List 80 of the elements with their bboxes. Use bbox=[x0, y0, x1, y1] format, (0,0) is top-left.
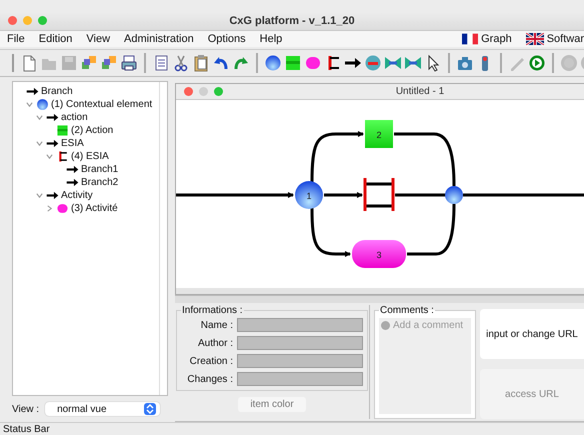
bowtie-icon[interactable] bbox=[404, 54, 422, 72]
context-node: 1 bbox=[295, 181, 323, 209]
arrow-icon bbox=[46, 111, 59, 124]
action-node: 2 bbox=[365, 120, 393, 148]
section-title: Informations : bbox=[181, 305, 244, 316]
language-button[interactable]: Softwar bbox=[526, 33, 584, 45]
expanded-chevron-icon[interactable] bbox=[35, 140, 44, 147]
tree-item[interactable]: Branch2 bbox=[81, 177, 118, 188]
arrow-connector bbox=[324, 192, 363, 198]
tree-item[interactable]: ESIA bbox=[61, 138, 84, 149]
squares-icon[interactable] bbox=[80, 54, 98, 72]
expanded-chevron-icon[interactable] bbox=[25, 101, 34, 108]
zoom-button[interactable] bbox=[38, 16, 47, 25]
ball-icon bbox=[36, 98, 49, 111]
tree-item[interactable]: (4) ESIA bbox=[71, 151, 109, 162]
arrow-icon bbox=[66, 163, 79, 176]
arrow-icon bbox=[66, 176, 79, 189]
zoom-button[interactable] bbox=[214, 87, 223, 96]
square-icon[interactable] bbox=[284, 54, 302, 72]
close-button[interactable] bbox=[184, 87, 193, 96]
item-color-button[interactable]: item color bbox=[238, 397, 306, 412]
document-title: Untitled - 1 bbox=[396, 86, 444, 97]
field-label: Creation : bbox=[188, 356, 233, 366]
camera-icon[interactable] bbox=[456, 54, 474, 72]
dropdown-arrows-icon bbox=[144, 403, 156, 415]
input-field[interactable] bbox=[237, 354, 363, 368]
close-button[interactable] bbox=[8, 16, 17, 25]
bracket-node bbox=[364, 176, 394, 212]
menu-item[interactable]: Administration bbox=[124, 33, 194, 45]
arrow-connector bbox=[310, 208, 351, 257]
bowtie-icon[interactable] bbox=[384, 54, 402, 72]
comment-dot-icon bbox=[381, 321, 390, 330]
expanded-chevron-icon[interactable] bbox=[35, 192, 44, 199]
connector bbox=[407, 204, 456, 256]
collapsed-chevron-icon[interactable] bbox=[45, 205, 54, 212]
input-field[interactable] bbox=[237, 336, 363, 350]
window-title: CxG platform - v_1.1_20 bbox=[229, 14, 355, 26]
menu-item[interactable]: File bbox=[7, 33, 25, 45]
field-label: Name : bbox=[200, 320, 233, 330]
play-icon[interactable] bbox=[528, 54, 546, 72]
square-icon bbox=[56, 124, 69, 137]
connector bbox=[395, 194, 446, 196]
splitter-handle[interactable] bbox=[175, 295, 584, 303]
minus-circle-icon[interactable] bbox=[364, 54, 382, 72]
clipboard-icon[interactable] bbox=[192, 54, 210, 72]
activity-node: 3 bbox=[352, 240, 406, 268]
input-field[interactable] bbox=[237, 318, 363, 332]
language-button[interactable]: Graph bbox=[462, 33, 512, 45]
connector bbox=[394, 132, 456, 186]
squares-icon[interactable] bbox=[100, 54, 118, 72]
tree-item[interactable]: Activity bbox=[61, 190, 93, 201]
expanded-chevron-icon[interactable] bbox=[45, 153, 54, 160]
menu-item[interactable]: Help bbox=[260, 33, 282, 45]
tree-item[interactable]: action bbox=[61, 112, 88, 123]
arrow-icon bbox=[46, 137, 59, 150]
menu-item[interactable]: View bbox=[86, 33, 110, 45]
scissors-icon[interactable] bbox=[172, 54, 190, 72]
view-select[interactable]: normal vue bbox=[45, 402, 160, 416]
view-label: View : bbox=[12, 404, 40, 414]
status-text: Status Bar bbox=[3, 424, 50, 434]
join-node bbox=[445, 186, 463, 204]
tree-item[interactable]: (3) Activité bbox=[71, 203, 118, 214]
arrow-icon bbox=[46, 189, 59, 202]
menu-item[interactable]: Edition bbox=[38, 33, 72, 45]
arrow-icon bbox=[26, 85, 39, 98]
url-button[interactable]: input or change URL bbox=[480, 309, 584, 359]
arrow-connector bbox=[310, 131, 364, 182]
input-field[interactable] bbox=[237, 372, 363, 386]
tree-item[interactable]: (2) Action bbox=[71, 125, 114, 136]
tree-item[interactable]: Branch bbox=[41, 86, 73, 97]
tree-item[interactable]: Branch1 bbox=[81, 164, 118, 175]
field-label: Changes : bbox=[186, 374, 233, 384]
expanded-chevron-icon[interactable] bbox=[35, 114, 44, 121]
pill-icon bbox=[56, 202, 69, 215]
ball-icon[interactable] bbox=[264, 54, 282, 72]
tree-item[interactable]: (1) Contextual element bbox=[51, 99, 152, 110]
field-label: Author : bbox=[196, 338, 233, 348]
printer-icon[interactable] bbox=[120, 54, 138, 72]
section-title: Comments : bbox=[379, 305, 435, 316]
menu-item[interactable]: Options bbox=[208, 33, 246, 45]
